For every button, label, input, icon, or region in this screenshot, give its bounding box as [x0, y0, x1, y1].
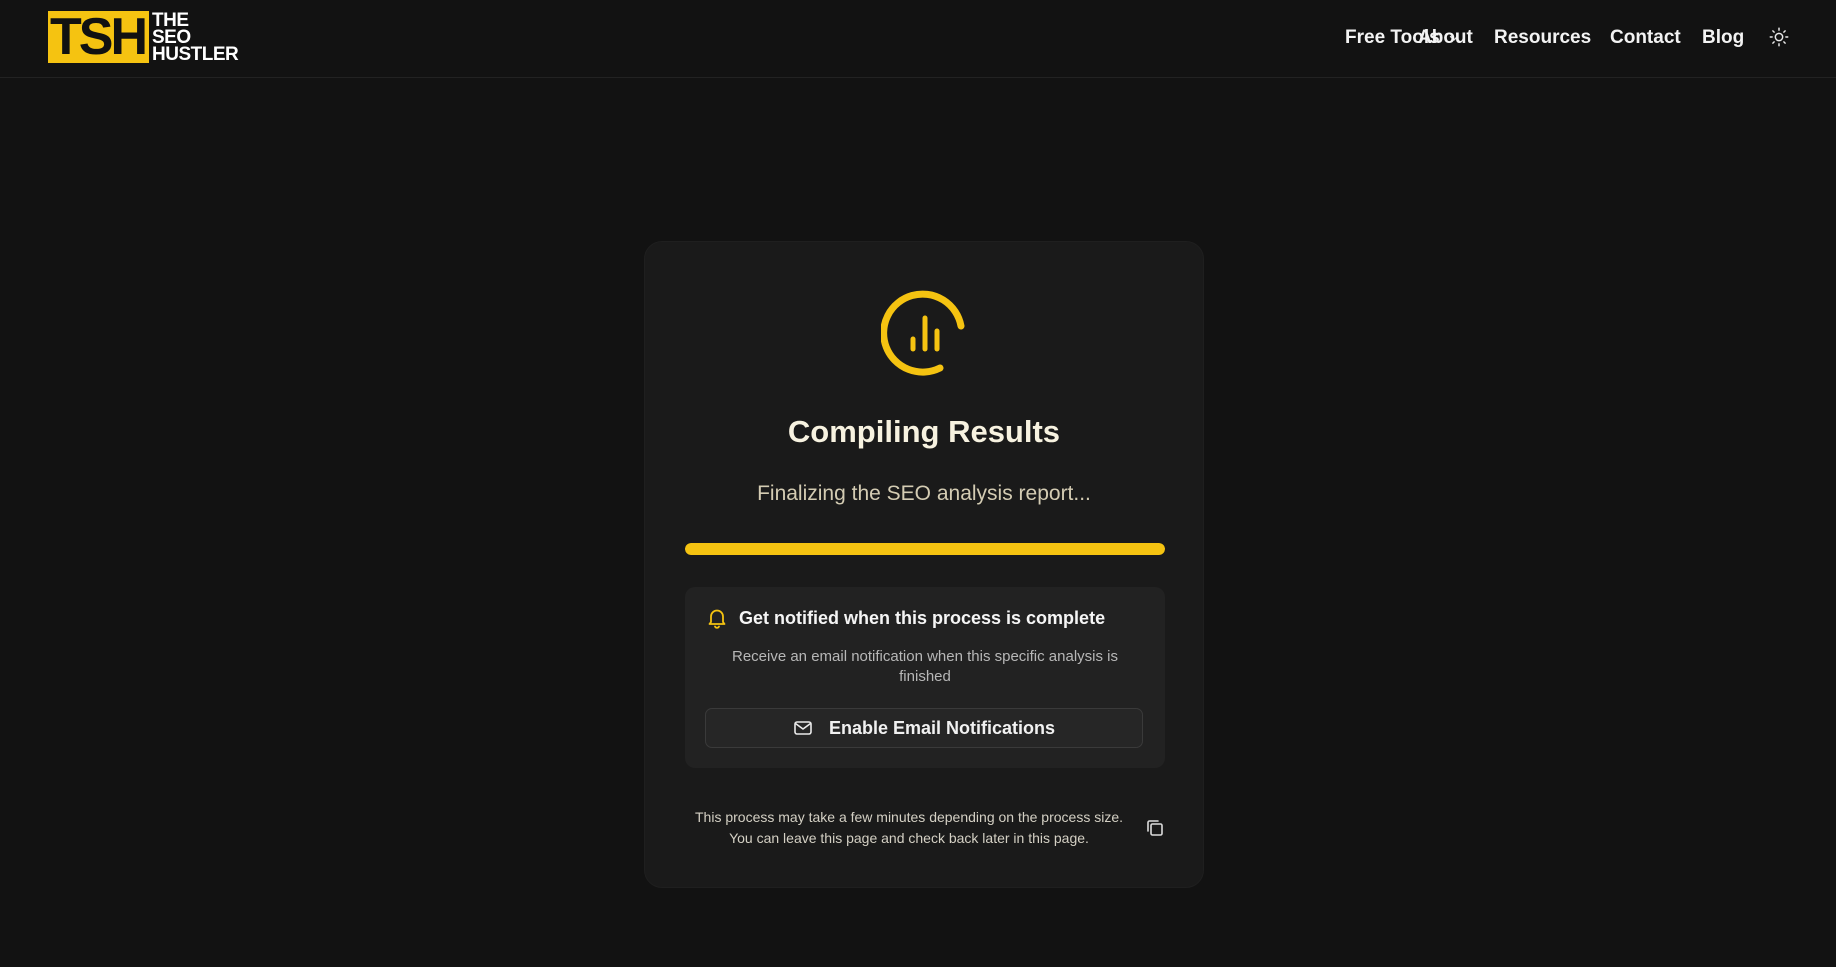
enable-email-notifications-button[interactable]: Enable Email Notifications — [705, 708, 1143, 748]
logo-line-1: THE — [152, 9, 189, 31]
logo-line-3: HUSTLER — [152, 43, 239, 65]
logo-line-2: SEO — [152, 26, 191, 48]
progress-card: Compiling Results Finalizing the SEO ana… — [644, 241, 1204, 888]
nav-blog[interactable]: Blog — [1702, 27, 1744, 49]
footnote-line-2: You can leave this page and check back l… — [729, 830, 1089, 846]
copy-icon[interactable] — [1144, 817, 1166, 839]
site-header: TSH THE SEO HUSTLER Free Tools About Res… — [0, 0, 1836, 78]
bell-icon — [708, 609, 726, 629]
progress-bar — [685, 543, 1165, 555]
status-title: Compiling Results — [787, 414, 1061, 449]
process-footnote: This process may take a few minutes depe… — [685, 807, 1133, 849]
mail-icon — [794, 721, 812, 735]
logo-wordmark: THE SEO HUSTLER — [152, 9, 239, 65]
sun-icon[interactable] — [1768, 26, 1790, 48]
progress-bar-fill — [685, 543, 1165, 555]
site-logo[interactable]: TSH THE SEO HUSTLER — [48, 9, 239, 65]
enable-email-notifications-label: Enable Email Notifications — [828, 717, 1056, 738]
notification-header: Get notified when this process is comple… — [705, 605, 1105, 631]
chart-spinner-icon — [881, 290, 965, 376]
nav-contact[interactable]: Contact — [1610, 27, 1681, 49]
nav-resources[interactable]: Resources — [1494, 27, 1591, 49]
logo-mark: TSH — [48, 11, 149, 63]
notification-description: Receive an email notification when this … — [731, 648, 1118, 685]
notification-panel: Get notified when this process is comple… — [685, 587, 1165, 768]
notification-title: Get notified when this process is comple… — [739, 607, 1106, 628]
status-subtitle: Finalizing the SEO analysis report... — [757, 482, 1091, 505]
footnote-line-1: This process may take a few minutes depe… — [695, 809, 1123, 825]
nav-about[interactable]: About — [1418, 27, 1473, 49]
